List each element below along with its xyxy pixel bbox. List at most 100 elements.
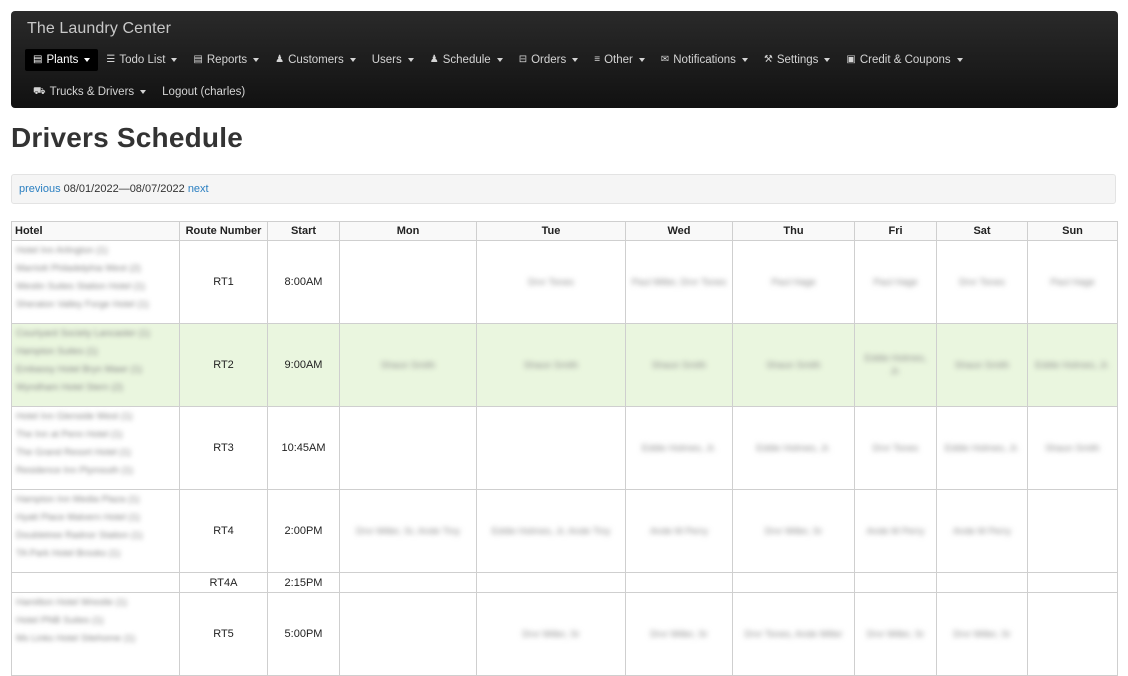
hotel-name[interactable]: Wyndham Hotel Stern (2) bbox=[16, 379, 175, 397]
hotel-name[interactable]: The Grand Resort Hotel (1) bbox=[16, 444, 175, 462]
hotel-name[interactable]: Embassy Hotel Bryn Mawr (1) bbox=[16, 361, 175, 379]
day-cell: Shaun Smith bbox=[936, 323, 1028, 407]
route-number: RT1 bbox=[179, 240, 268, 324]
nav-trucks-drivers[interactable]: ⛟ Trucks & Drivers bbox=[25, 81, 154, 103]
driver-name: Ande M Perry bbox=[952, 525, 1012, 537]
driver-name: Shaun Smith bbox=[380, 359, 436, 371]
driver-name: Drvr Miller, Sr bbox=[522, 628, 580, 640]
driver-name: Eddie Holmes, Jr. bbox=[641, 442, 717, 454]
start-time: 2:00PM bbox=[267, 489, 340, 573]
nav-schedule[interactable]: ♟ Schedule bbox=[422, 49, 511, 71]
start-time: 5:00PM bbox=[267, 592, 340, 676]
nav-label: Trucks & Drivers bbox=[49, 86, 135, 98]
table-row: Hampton Inn Media Plaza (1) Hyatt Place M… bbox=[11, 489, 1118, 573]
nav-label: Orders bbox=[531, 54, 567, 66]
day-cell: Eddie Holmes, Jr. bbox=[1027, 323, 1118, 407]
day-cell: Ande M Perry bbox=[936, 489, 1028, 573]
hotel-name[interactable]: Sheraton Valley Forge Hotel (1) bbox=[16, 296, 175, 314]
nav-todo-list[interactable]: ☰ Todo List bbox=[98, 49, 185, 71]
day-cell: Ande M Perry bbox=[625, 489, 733, 573]
nav-users[interactable]: Users bbox=[364, 49, 422, 71]
day-cell bbox=[1027, 592, 1118, 676]
driver-name: Shaun Smith bbox=[523, 359, 579, 371]
hotel-name[interactable]: Westin Suites Station Hotel (1) bbox=[16, 278, 175, 296]
column-header: Hotel bbox=[11, 221, 180, 241]
hotel-name[interactable]: Hotel PNB Suites (1) bbox=[16, 612, 175, 630]
nav-label: Reports bbox=[206, 54, 248, 66]
day-cell: Eddie Holmes, Jr. bbox=[732, 406, 855, 490]
driver-name: Eddie Holmes, Jr. bbox=[1035, 359, 1110, 371]
nav-logout-charles[interactable]: Logout (charles) bbox=[154, 81, 253, 103]
caret-down-icon bbox=[253, 58, 260, 62]
nav-plants[interactable]: ▤ Plants bbox=[25, 49, 99, 71]
hotel-name[interactable]: Hamilton Hotel Wrestle (1) bbox=[16, 594, 175, 612]
table-header-row: Hotel Route Number Start Mon Tue Wed Thu Fri Sat… bbox=[11, 221, 1118, 241]
nav-settings[interactable]: ⚒ Settings bbox=[756, 49, 839, 71]
hotel-name[interactable]: Marriott Philadelphia West (2) bbox=[16, 260, 175, 278]
next-week-link[interactable]: next bbox=[188, 183, 209, 195]
driver-name: Drvr Miller, Sr, Ande Tiny bbox=[355, 525, 460, 537]
driver-name: Paul Hage bbox=[873, 276, 918, 288]
hotel-name[interactable]: Ms Links Hotel Sitehome (1) bbox=[16, 630, 175, 648]
hotel-name[interactable]: Hampton Suites (1) bbox=[16, 343, 175, 361]
brand-title[interactable]: The Laundry Center bbox=[27, 20, 171, 38]
hotel-cell: Hotel Inn Glenside West (1) The Inn at Pe… bbox=[11, 406, 180, 490]
route-number: RT2 bbox=[179, 323, 268, 407]
previous-week-link[interactable]: previous bbox=[19, 183, 61, 195]
day-cell: Drvr Tones bbox=[854, 406, 937, 490]
driver-name: Drvr Tones bbox=[959, 276, 1005, 288]
driver-name: Shaun Smith bbox=[954, 359, 1010, 371]
nav-customers[interactable]: ♟ Customers bbox=[267, 49, 364, 71]
caret-down-icon bbox=[140, 90, 147, 94]
nav-label: Customers bbox=[288, 54, 344, 66]
table-row: Courtyard Society Lancaster (1) Hampton S… bbox=[11, 323, 1118, 407]
nav-label: Logout (charles) bbox=[162, 86, 246, 98]
menu-icon: ≡ bbox=[594, 54, 601, 65]
day-cell: Eddie Holmes, Jr. bbox=[936, 406, 1028, 490]
nav-row-secondary: ⛟ Trucks & Drivers Logout (charles) bbox=[25, 81, 253, 103]
hotel-name[interactable]: Hotel Inn Arlington (1) bbox=[16, 242, 175, 260]
hotel-name[interactable]: Hotel Inn Glenside West (1) bbox=[16, 408, 175, 426]
hotel-name[interactable]: Residence Inn Plymouth (1) bbox=[16, 462, 175, 480]
nav-label: Credit & Coupons bbox=[859, 54, 951, 66]
hotel-cell bbox=[11, 572, 180, 593]
day-cell bbox=[339, 406, 477, 490]
nav-reports[interactable]: ▤ Reports bbox=[185, 49, 267, 71]
plant-icon: ▤ bbox=[33, 54, 43, 65]
hotel-name[interactable]: Doubletree Radnor Station (1) bbox=[16, 527, 175, 545]
nav-notifications[interactable]: ✉ Notifications bbox=[653, 49, 756, 71]
day-cell: Drvr Miller, Sr bbox=[732, 489, 855, 573]
hotel-name[interactable]: The Inn at Penn Hotel (1) bbox=[16, 426, 175, 444]
day-cell bbox=[732, 572, 855, 593]
driver-name: Drvr Tones bbox=[528, 276, 574, 288]
start-time: 2:15PM bbox=[267, 572, 340, 593]
day-cell: Drvr Miller, Sr bbox=[625, 592, 733, 676]
user-icon: ♟ bbox=[275, 54, 285, 65]
nav-orders[interactable]: ⊟ Orders bbox=[511, 49, 587, 71]
hotel-name[interactable]: Courtyard Society Lancaster (1) bbox=[16, 325, 175, 343]
hotel-name[interactable]: Hyatt Place Malvern Hotel (1) bbox=[16, 509, 175, 527]
day-cell: Eddie Holmes, Jr. bbox=[625, 406, 733, 490]
day-cell bbox=[936, 572, 1028, 593]
day-cell: Ande M Perry bbox=[854, 489, 937, 573]
hotel-cell: Hampton Inn Media Plaza (1) Hyatt Place M… bbox=[11, 489, 180, 573]
route-number: RT5 bbox=[179, 592, 268, 676]
caret-down-icon bbox=[349, 58, 356, 62]
caret-down-icon bbox=[741, 58, 748, 62]
wrench-icon: ⚒ bbox=[763, 54, 773, 65]
hotel-name[interactable]: Hampton Inn Media Plaza (1) bbox=[16, 491, 175, 509]
nav-other[interactable]: ≡ Other bbox=[586, 49, 653, 71]
nav-label: Plants bbox=[46, 54, 79, 66]
caret-down-icon bbox=[824, 58, 831, 62]
day-cell: Paul Hage bbox=[854, 240, 937, 324]
day-cell: Eddie Holmes, Jr. bbox=[854, 323, 937, 407]
route-number: RT3 bbox=[179, 406, 268, 490]
column-header: Route Number bbox=[179, 221, 268, 241]
driver-name: Ande M Perry bbox=[866, 525, 925, 537]
column-header: Wed bbox=[625, 221, 733, 241]
start-time: 8:00AM bbox=[267, 240, 340, 324]
hotel-name[interactable]: TA Park Hotel Brooks (1) bbox=[16, 545, 175, 563]
nav-credit-coupons[interactable]: ▣ Credit & Coupons bbox=[838, 49, 970, 71]
top-navbar: The Laundry Center ▤ Plants ☰ Todo List ▤ Rep… bbox=[11, 11, 1118, 108]
route-number: RT4A bbox=[179, 572, 268, 593]
